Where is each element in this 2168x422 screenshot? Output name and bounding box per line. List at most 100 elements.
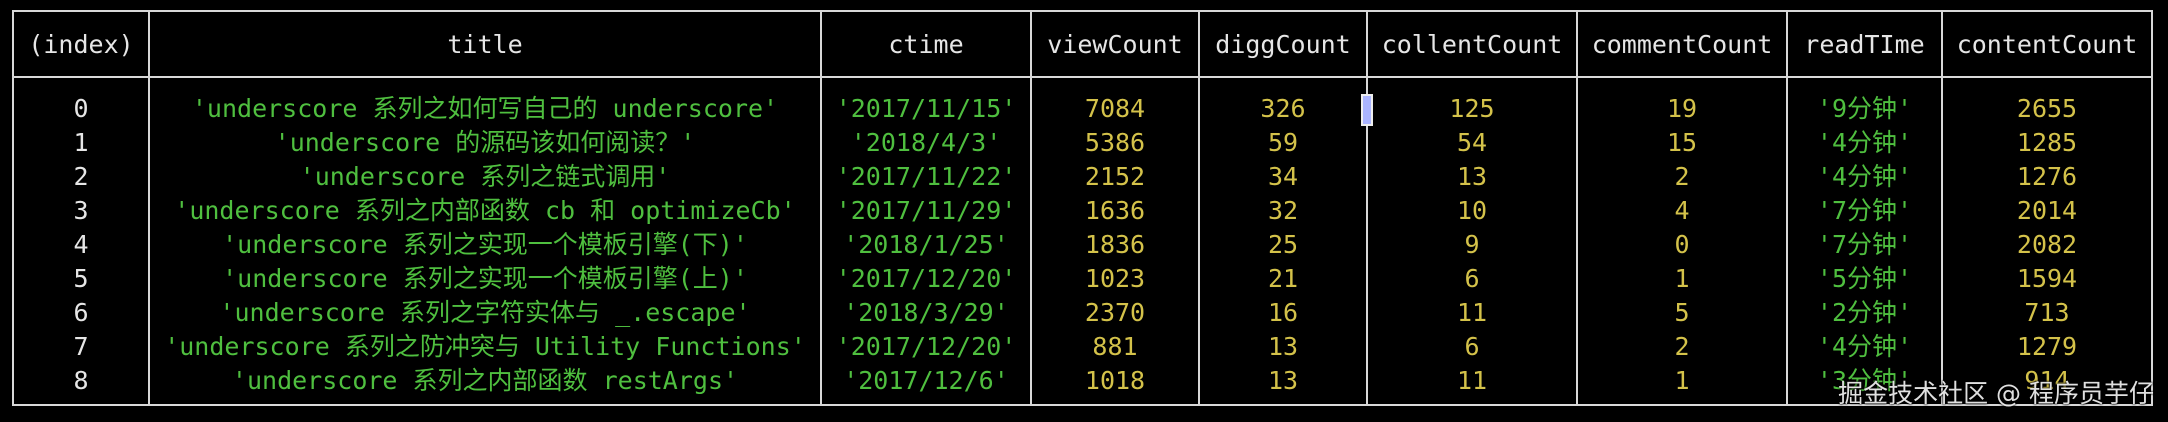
- cell-collentcount: 11: [1366, 296, 1578, 330]
- cell-collentcount: 9: [1366, 228, 1578, 262]
- cell-commentcount: 5: [1576, 296, 1788, 330]
- cell-collentcount: 13: [1366, 160, 1578, 194]
- cell-commentcount: 1: [1576, 364, 1788, 406]
- cell-index: 7: [12, 330, 150, 364]
- column-header-viewcount: viewCount: [1030, 10, 1200, 78]
- cell-commentcount: 15: [1576, 126, 1788, 160]
- cell-index: 8: [12, 364, 150, 406]
- cell-viewcount: 881: [1030, 330, 1200, 364]
- cell-contentcount: 2082: [1941, 228, 2153, 262]
- cell-title: 'underscore 系列之链式调用': [148, 160, 822, 194]
- cell-viewcount: 1836: [1030, 228, 1200, 262]
- table-row: 3 'underscore 系列之内部函数 cb 和 optimizeCb' '…: [12, 194, 2153, 228]
- cell-ctime: '2017/12/20': [820, 262, 1032, 296]
- column-header-commentcount: commentCount: [1576, 10, 1788, 78]
- cell-readtime: '4分钟': [1786, 330, 1943, 364]
- cell-viewcount: 7084: [1030, 92, 1200, 126]
- console-table: (index) title ctime viewCount diggCount …: [12, 10, 2153, 406]
- cell-collentcount: 125: [1366, 92, 1578, 126]
- cell-commentcount: 0: [1576, 228, 1788, 262]
- column-header-collentcount: collentCount: [1366, 10, 1578, 78]
- cell-commentcount: 19: [1576, 92, 1788, 126]
- table-spacer-row: [12, 77, 2153, 92]
- cell-contentcount: 2655: [1941, 92, 2153, 126]
- cell-readtime: '7分钟': [1786, 228, 1943, 262]
- cell-viewcount: 5386: [1030, 126, 1200, 160]
- cell-collentcount: 10: [1366, 194, 1578, 228]
- cell-diggcount: 13: [1198, 364, 1368, 406]
- table-row: 0 'underscore 系列之如何写自己的 underscore' '201…: [12, 92, 2153, 126]
- cell-index: 3: [12, 194, 150, 228]
- cell-collentcount: 6: [1366, 330, 1578, 364]
- cell-diggcount: 326: [1198, 92, 1368, 126]
- cell-collentcount: 11: [1366, 364, 1578, 406]
- cell-diggcount: 25: [1198, 228, 1368, 262]
- cell-ctime: '2018/3/29': [820, 296, 1032, 330]
- cell-ctime: '2017/11/29': [820, 194, 1032, 228]
- cell-commentcount: 1: [1576, 262, 1788, 296]
- cell-diggcount: 13: [1198, 330, 1368, 364]
- cell-ctime: '2017/11/15': [820, 92, 1032, 126]
- cell-diggcount: 21: [1198, 262, 1368, 296]
- cell-viewcount: 2152: [1030, 160, 1200, 194]
- cell-viewcount: 2370: [1030, 296, 1200, 330]
- cell-commentcount: 2: [1576, 160, 1788, 194]
- terminal-window: (index) title ctime viewCount diggCount …: [0, 0, 2168, 422]
- cell-readtime: '2分钟': [1786, 296, 1943, 330]
- table-row: 1 'underscore 的源码该如何阅读？' '2018/4/3' 5386…: [12, 126, 2153, 160]
- cell-index: 1: [12, 126, 150, 160]
- table-row: 7 'underscore 系列之防冲突与 Utility Functions'…: [12, 330, 2153, 364]
- cell-collentcount: 6: [1366, 262, 1578, 296]
- column-header-readtime: readTIme: [1786, 10, 1943, 78]
- cell-readtime: '7分钟': [1786, 194, 1943, 228]
- cell-viewcount: 1018: [1030, 364, 1200, 406]
- cell-ctime: '2017/12/6': [820, 364, 1032, 406]
- cell-index: 0: [12, 92, 150, 126]
- cell-contentcount: 1276: [1941, 160, 2153, 194]
- cell-viewcount: 1636: [1030, 194, 1200, 228]
- table-row: 2 'underscore 系列之链式调用' '2017/11/22' 2152…: [12, 160, 2153, 194]
- column-header-index: (index): [12, 10, 150, 78]
- cell-contentcount: 2014: [1941, 194, 2153, 228]
- watermark-text: 掘金技术社区 @ 程序员芋仔: [1838, 379, 2154, 408]
- table-row: 4 'underscore 系列之实现一个模板引擎(下)' '2018/1/25…: [12, 228, 2153, 262]
- cell-title: 'underscore 系列之实现一个模板引擎(上)': [148, 262, 822, 296]
- cell-title: 'underscore 系列之内部函数 restArgs': [148, 364, 822, 406]
- column-header-contentcount: contentCount: [1941, 10, 2153, 78]
- cell-diggcount: 34: [1198, 160, 1368, 194]
- column-header-ctime: ctime: [820, 10, 1032, 78]
- cell-index: 2: [12, 160, 150, 194]
- cell-commentcount: 2: [1576, 330, 1788, 364]
- cell-contentcount: 1279: [1941, 330, 2153, 364]
- cell-diggcount: 32: [1198, 194, 1368, 228]
- cell-readtime: '5分钟': [1786, 262, 1943, 296]
- cell-title: 'underscore 系列之内部函数 cb 和 optimizeCb': [148, 194, 822, 228]
- table-row: 5 'underscore 系列之实现一个模板引擎(上)' '2017/12/2…: [12, 262, 2153, 296]
- cell-title: 'underscore 系列之如何写自己的 underscore': [148, 92, 822, 126]
- cell-ctime: '2018/4/3': [820, 126, 1032, 160]
- cell-index: 6: [12, 296, 150, 330]
- cell-viewcount: 1023: [1030, 262, 1200, 296]
- cell-contentcount: 713: [1941, 296, 2153, 330]
- cell-ctime: '2018/1/25': [820, 228, 1032, 262]
- cell-title: 'underscore 的源码该如何阅读？': [148, 126, 822, 160]
- cell-index: 5: [12, 262, 150, 296]
- cell-diggcount: 16: [1198, 296, 1368, 330]
- column-header-title: title: [148, 10, 822, 78]
- cell-collentcount: 54: [1366, 126, 1578, 160]
- cell-readtime: '4分钟': [1786, 160, 1943, 194]
- cell-title: 'underscore 系列之字符实体与 _.escape': [148, 296, 822, 330]
- cell-contentcount: 1285: [1941, 126, 2153, 160]
- cell-ctime: '2017/11/22': [820, 160, 1032, 194]
- cell-readtime: '4分钟': [1786, 126, 1943, 160]
- cell-ctime: '2017/12/20': [820, 330, 1032, 364]
- cell-commentcount: 4: [1576, 194, 1788, 228]
- cell-title: 'underscore 系列之防冲突与 Utility Functions': [148, 330, 822, 364]
- table-header-row: (index) title ctime viewCount diggCount …: [12, 10, 2153, 78]
- column-header-diggcount: diggCount: [1198, 10, 1368, 78]
- cell-diggcount: 59: [1198, 126, 1368, 160]
- table-row: 6 'underscore 系列之字符实体与 _.escape' '2018/3…: [12, 296, 2153, 330]
- cell-title: 'underscore 系列之实现一个模板引擎(下)': [148, 228, 822, 262]
- cell-readtime: '9分钟': [1786, 92, 1943, 126]
- table-row: 8 'underscore 系列之内部函数 restArgs' '2017/12…: [12, 364, 2153, 406]
